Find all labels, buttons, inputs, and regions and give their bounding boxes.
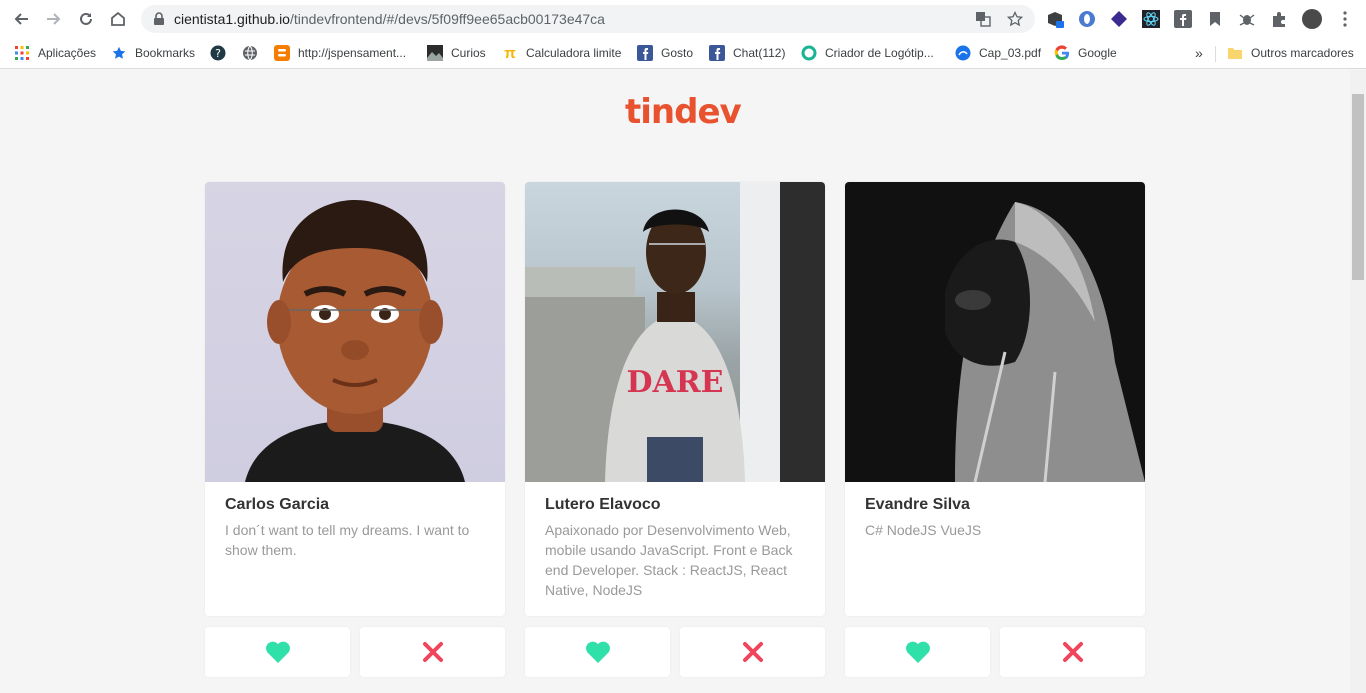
bookmarks-divider: [1215, 46, 1216, 62]
puzzle-icon[interactable]: [1270, 10, 1288, 28]
address-bar[interactable]: cientista1.github.io/tindevfrontend/#/de…: [141, 5, 1035, 33]
bookmark-bookmarks[interactable]: Bookmarks: [111, 44, 195, 62]
bookmark-label: Cap_03.pdf: [979, 46, 1042, 60]
bookmark-help[interactable]: ?: [210, 44, 234, 62]
bookmark-label: Criador de Logótip...: [825, 46, 934, 60]
dev-info: Evandre Silva C# NodeJS VueJS: [845, 482, 1145, 554]
bookmark-label: Chat(112): [733, 46, 786, 60]
facebook-icon: [709, 45, 725, 61]
bookmark-star-icon[interactable]: [1006, 10, 1024, 27]
dev-name: Carlos Garcia: [225, 496, 330, 513]
bookmark-other[interactable]: Outros marcadores: [1227, 44, 1354, 62]
dislike-button[interactable]: [360, 627, 505, 677]
dev-name: Evandre Silva: [865, 496, 970, 513]
like-button[interactable]: [525, 627, 670, 677]
close-icon: [742, 642, 763, 662]
bookmark-criador-logotipo[interactable]: Criador de Logótip...: [801, 44, 934, 62]
like-button[interactable]: [845, 627, 990, 677]
dev-bio: Apaixonado por Desenvolvimento Web, mobi…: [545, 522, 793, 598]
opera-extension-icon[interactable]: [1078, 10, 1096, 28]
url-text: cientista1.github.io/tindevfrontend/#/de…: [174, 11, 605, 27]
heart-icon: [265, 641, 290, 663]
dev-avatar: [845, 182, 1145, 482]
tindev-logo[interactable]: tindev: [625, 92, 742, 132]
like-button[interactable]: [205, 627, 350, 677]
dev-card: Carlos Garcia I don´t want to tell my dr…: [205, 182, 505, 616]
avatar-illustration: [245, 200, 465, 482]
dev-info: Carlos Garcia I don´t want to tell my dr…: [205, 482, 505, 574]
blogger-icon: [274, 45, 290, 61]
bookmark-label: Aplicações: [38, 46, 97, 60]
bookmark-gosto[interactable]: Gosto: [637, 44, 693, 62]
bookmark-jspensamentos[interactable]: http://jspensament...: [274, 44, 406, 62]
bookmark-cap03[interactable]: Cap_03.pdf: [955, 44, 1041, 62]
heart-icon: [585, 641, 610, 663]
translate-icon[interactable]: [975, 11, 991, 27]
dislike-button[interactable]: [1000, 627, 1145, 677]
dev-info: Lutero Elavoco Apaixonado por Desenvolvi…: [525, 482, 825, 614]
more-menu-icon[interactable]: [1336, 10, 1354, 28]
avatar-photo: [945, 202, 1145, 482]
url-host: cientista1.github.io: [174, 11, 290, 27]
bookmarks-bar: Aplicações Bookmarks ? http://jspensamen…: [0, 38, 1366, 69]
image-icon: [427, 45, 443, 61]
svg-text:?: ?: [215, 47, 221, 60]
bookmark-label: Bookmarks: [135, 46, 196, 60]
google-icon: [1054, 45, 1070, 61]
close-icon: [1062, 642, 1083, 662]
dislike-button[interactable]: [680, 627, 825, 677]
dev-name: Lutero Elavoco: [545, 496, 661, 513]
back-icon[interactable]: [10, 8, 32, 30]
dev-card: DARE Lutero Elavoco Apaixonado por Desen…: [525, 182, 825, 616]
dev-avatar: DARE: [525, 182, 825, 482]
extension-box-icon[interactable]: [1046, 10, 1064, 28]
dev-avatar: [205, 182, 505, 482]
heart-icon: [905, 641, 930, 663]
facebook-extension-icon[interactable]: [1174, 10, 1192, 28]
bookmark-label: Gosto: [661, 46, 694, 60]
globe-icon: [242, 45, 258, 61]
bookmark-apps[interactable]: Aplicações: [14, 44, 96, 62]
browser-toolbar: cientista1.github.io/tindevfrontend/#/de…: [0, 0, 1366, 38]
profile-avatar[interactable]: [1302, 9, 1322, 29]
lock-icon: [153, 12, 165, 31]
avatar-photo: DARE: [525, 182, 825, 482]
bookmark-globe[interactable]: [242, 44, 266, 62]
page-scrollbar[interactable]: [1350, 70, 1366, 693]
bookmark-label: Calculadora limite: [526, 46, 622, 60]
bookmark-label: Google: [1078, 46, 1117, 60]
dev-bio: I don´t want to tell my dreams. I want t…: [225, 522, 470, 558]
bookmark-curios[interactable]: Curios: [427, 44, 486, 62]
react-devtools-icon[interactable]: [1142, 10, 1160, 28]
bookmark-label: Outros marcadores: [1251, 46, 1354, 60]
facebook-icon: [637, 45, 653, 61]
svg-text:DARE: DARE: [626, 365, 723, 400]
ring-icon: [801, 45, 817, 61]
close-icon: [422, 642, 443, 662]
bookmarks-overflow-button[interactable]: »: [1195, 44, 1203, 62]
bookmark-flag-icon[interactable]: [1206, 10, 1224, 28]
bookmark-label: http://jspensament...: [298, 46, 407, 60]
pi-icon: π: [504, 44, 516, 62]
scrollbar-thumb[interactable]: [1352, 94, 1364, 280]
apps-grid-icon: [14, 45, 30, 61]
star-icon: [111, 45, 127, 61]
bookmark-label: Curios: [451, 46, 486, 60]
url-path: /tindevfrontend/#/devs/5f09ff9ee65acb001…: [289, 11, 605, 27]
bug-extension-icon[interactable]: [1238, 10, 1256, 28]
dev-card: Evandre Silva C# NodeJS VueJS: [845, 182, 1145, 616]
bookmark-google[interactable]: Google: [1054, 44, 1117, 62]
dev-bio: C# NodeJS VueJS: [865, 522, 982, 538]
home-icon[interactable]: [107, 8, 129, 30]
overflow-label: »: [1195, 45, 1203, 61]
diamond-extension-icon[interactable]: [1110, 10, 1128, 28]
pdf-icon: [955, 45, 971, 61]
bookmark-chat[interactable]: Chat(112): [709, 44, 785, 62]
help-icon: ?: [210, 45, 226, 61]
bookmark-calculadora[interactable]: π Calculadora limite: [502, 44, 621, 62]
forward-icon[interactable]: [43, 8, 65, 30]
reload-icon[interactable]: [75, 8, 97, 30]
folder-icon: [1227, 45, 1243, 61]
page-content: tindev Carlos Garcia I don´t want to tel…: [0, 70, 1350, 693]
